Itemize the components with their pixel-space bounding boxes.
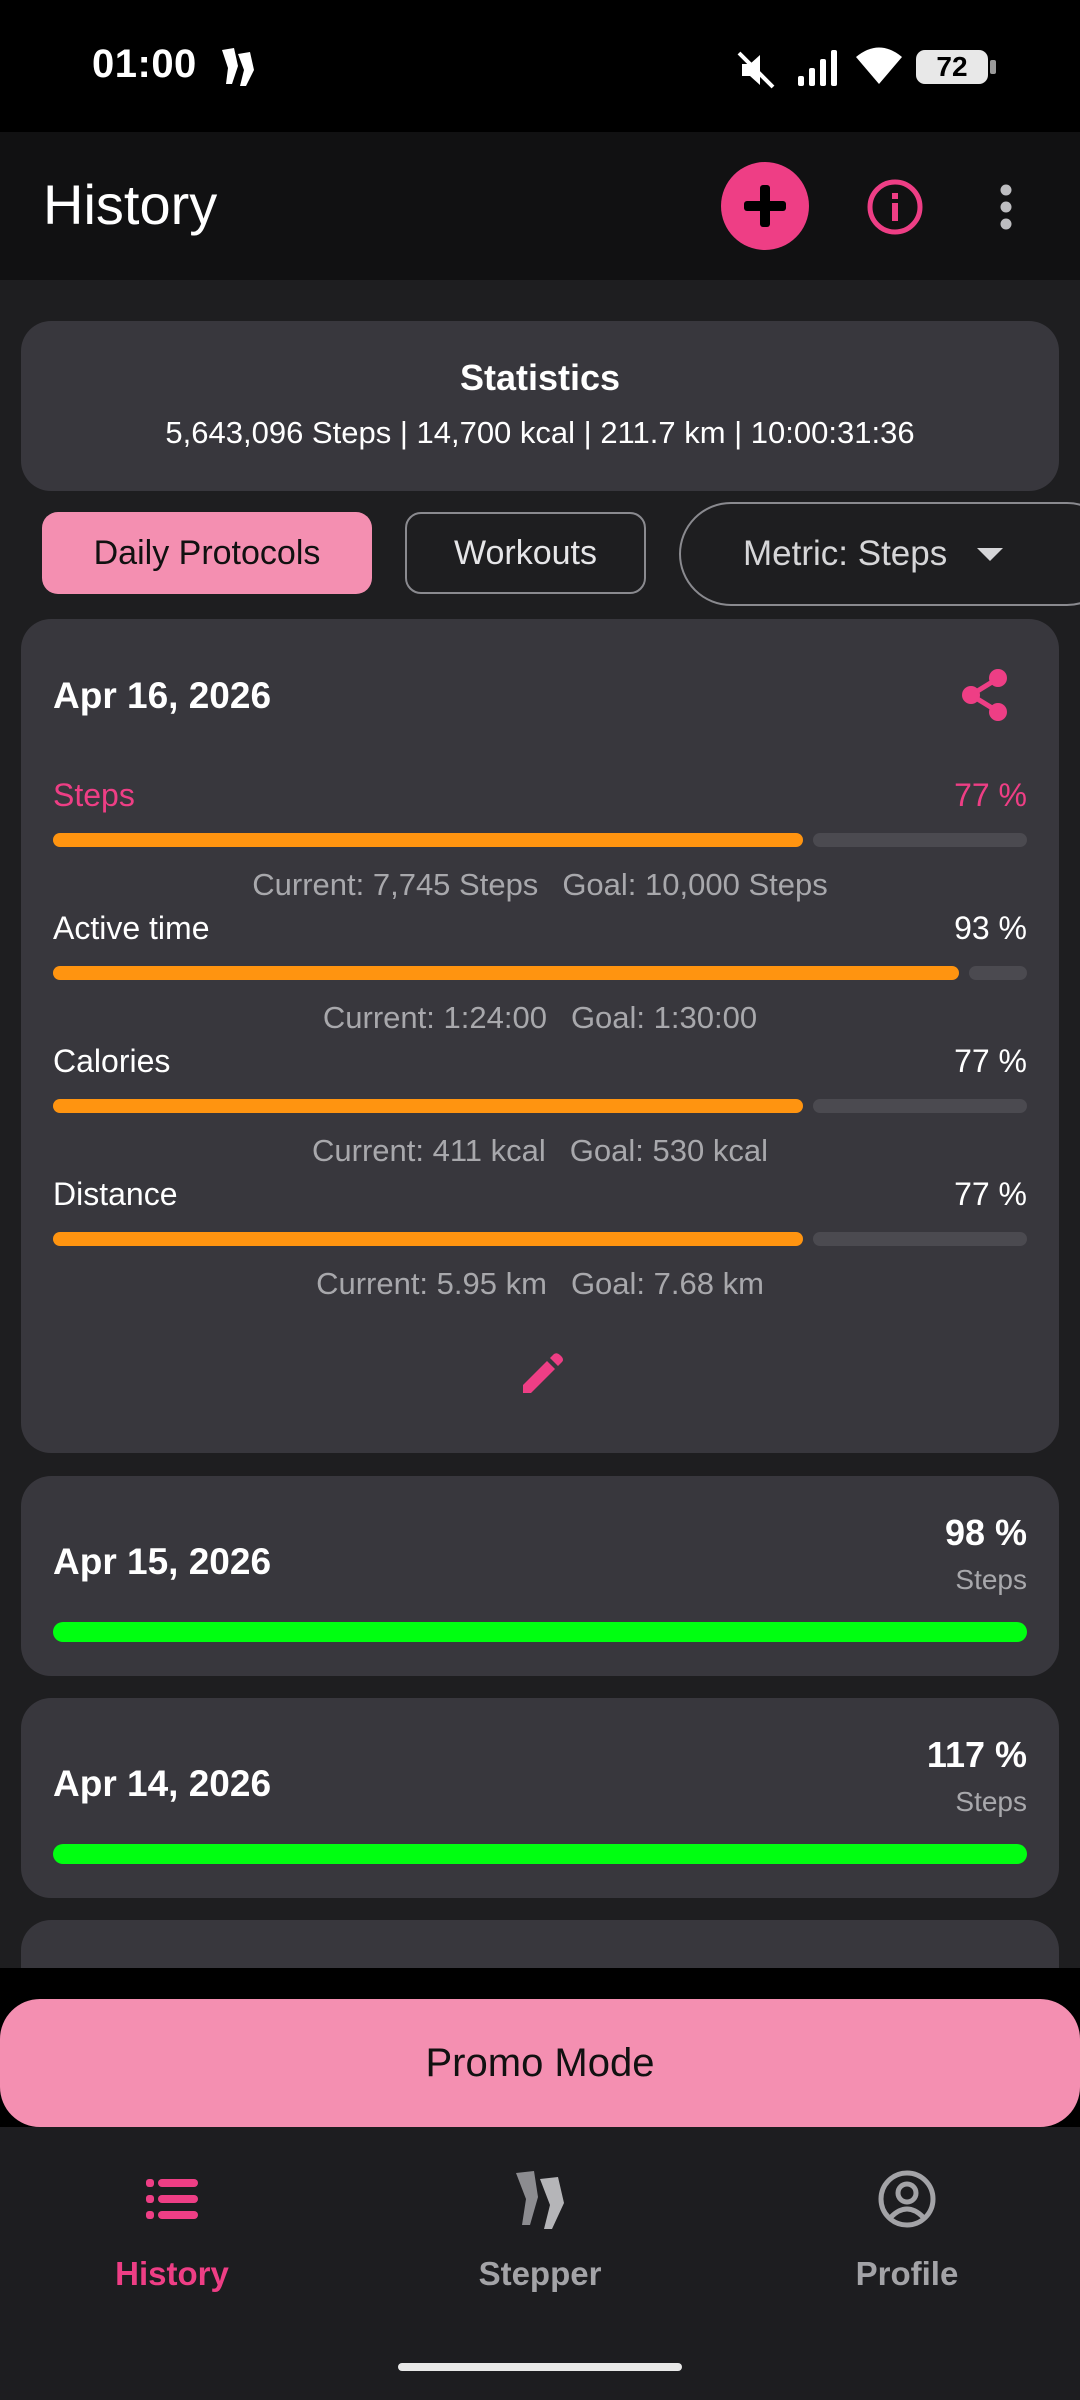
progress-fill [53,1099,803,1113]
day-card-expanded[interactable]: Apr 16, 2026 Steps 77 % Current: 7,745 S… [21,619,1059,1453]
metric-current: Current: 411 kcal [312,1133,546,1168]
day-card[interactable]: Apr 15, 2026 98 % Steps [21,1476,1059,1676]
metric-percent: 93 % [954,910,1027,946]
daily-protocols-tab[interactable]: Daily Protocols [42,512,372,594]
battery-tip [990,60,996,74]
day-progress-bar [53,1844,1027,1864]
metric-detail: Current: 5.95 km Goal: 7.68 km [53,1266,1027,1302]
signal-icon [798,50,837,86]
metric-dropdown[interactable]: Metric: Steps [679,502,1080,606]
history-list-icon [146,2179,198,2219]
home-indicator[interactable] [398,2363,682,2371]
wifi-icon [856,47,902,84]
progress-remaining [813,833,1027,847]
metric-goal: Goal: 1:30:00 [570,1000,758,1035]
day-date: Apr 15, 2026 [53,1541,272,1582]
progress-remaining [813,1232,1027,1246]
progress-fill [53,833,803,847]
app-bar: History [0,132,1080,280]
dropdown-arrow-icon [977,547,1004,561]
progress-bar [53,1232,1027,1246]
more-options-button[interactable] [986,170,1026,244]
workouts-tab[interactable]: Workouts [405,512,646,594]
progress-remaining [969,966,1027,980]
progress-fill [53,966,959,980]
bottom-navigation: History Stepper Profile [0,2127,1080,2400]
day-date: Apr 14, 2026 [53,1763,272,1804]
progress-bar [53,966,1027,980]
metric-percent: 77 % [954,1043,1027,1079]
nav-label-profile: Profile [855,2255,959,2292]
more-vert-icon [1000,184,1012,230]
nav-label-stepper: Stepper [478,2255,602,2292]
metric-detail: Current: 411 kcal Goal: 530 kcal [53,1133,1027,1169]
battery-icon: 72 [916,50,988,84]
progress-remaining [813,1099,1027,1113]
stepper-feet-icon [516,2171,564,2229]
day-percent: 98 % [944,1512,1027,1553]
metric-dropdown-label: Metric: Steps [743,534,948,573]
statistics-summary: 5,643,096 Steps | 14,700 kcal | 211.7 km… [165,415,915,450]
profile-icon [878,2170,936,2228]
metric-detail: Current: 1:24:00 Goal: 1:30:00 [53,1000,1027,1036]
metric-detail: Current: 7,745 Steps Goal: 10,000 Steps [53,867,1027,903]
metric-current: Current: 5.95 km [316,1266,547,1301]
share-icon[interactable] [955,665,1015,725]
metric-goal: Goal: 10,000 Steps [562,867,828,902]
day-date: Apr 16, 2026 [53,675,272,716]
day-metric: Steps [955,1786,1027,1817]
metric-label: Calories [53,1043,171,1079]
mute-icon [737,51,775,89]
history-content[interactable]: Statistics 5,643,096 Steps | 14,700 kcal… [0,280,1080,1968]
promo-mode-button[interactable]: Promo Mode [0,1999,1080,2127]
day-card-partial[interactable] [21,1920,1059,1968]
nav-item-history[interactable]: History [22,2167,322,2293]
add-icon [744,185,786,227]
metric-percent: 77 % [954,777,1027,813]
nav-item-stepper[interactable]: Stepper [390,2167,690,2293]
day-metric: Steps [955,1564,1027,1595]
statistics-title: Statistics [459,357,621,398]
metric-label: Distance [53,1176,178,1212]
day-card[interactable]: Apr 14, 2026 117 % Steps [21,1698,1059,1898]
metric-label: Steps [53,777,135,813]
info-button[interactable] [858,170,932,244]
progress-fill [53,1232,803,1246]
day-percent: 117 % [926,1734,1027,1775]
info-icon [867,179,923,235]
nav-item-profile[interactable]: Profile [757,2167,1057,2293]
metric-goal: Goal: 7.68 km [570,1266,764,1301]
day-progress-bar [53,1622,1027,1642]
metric-current: Current: 1:24:00 [322,1000,547,1035]
nav-label-history: History [115,2255,229,2292]
app-foot-icon [222,48,254,86]
battery-level: 72 [936,51,968,82]
status-time: 01:00 [92,42,197,86]
progress-bar [53,833,1027,847]
metric-label: Active time [53,910,210,946]
page-title: History [43,173,218,236]
statistics-card: Statistics 5,643,096 Steps | 14,700 kcal… [21,321,1059,491]
metric-percent: 77 % [954,1176,1027,1212]
progress-bar [53,1099,1027,1113]
metric-current: Current: 7,745 Steps [252,867,539,902]
status-bar: 01:00 72 [0,0,1080,132]
edit-icon[interactable] [517,1349,567,1399]
metric-goal: Goal: 530 kcal [569,1133,768,1168]
add-button[interactable] [721,162,809,250]
